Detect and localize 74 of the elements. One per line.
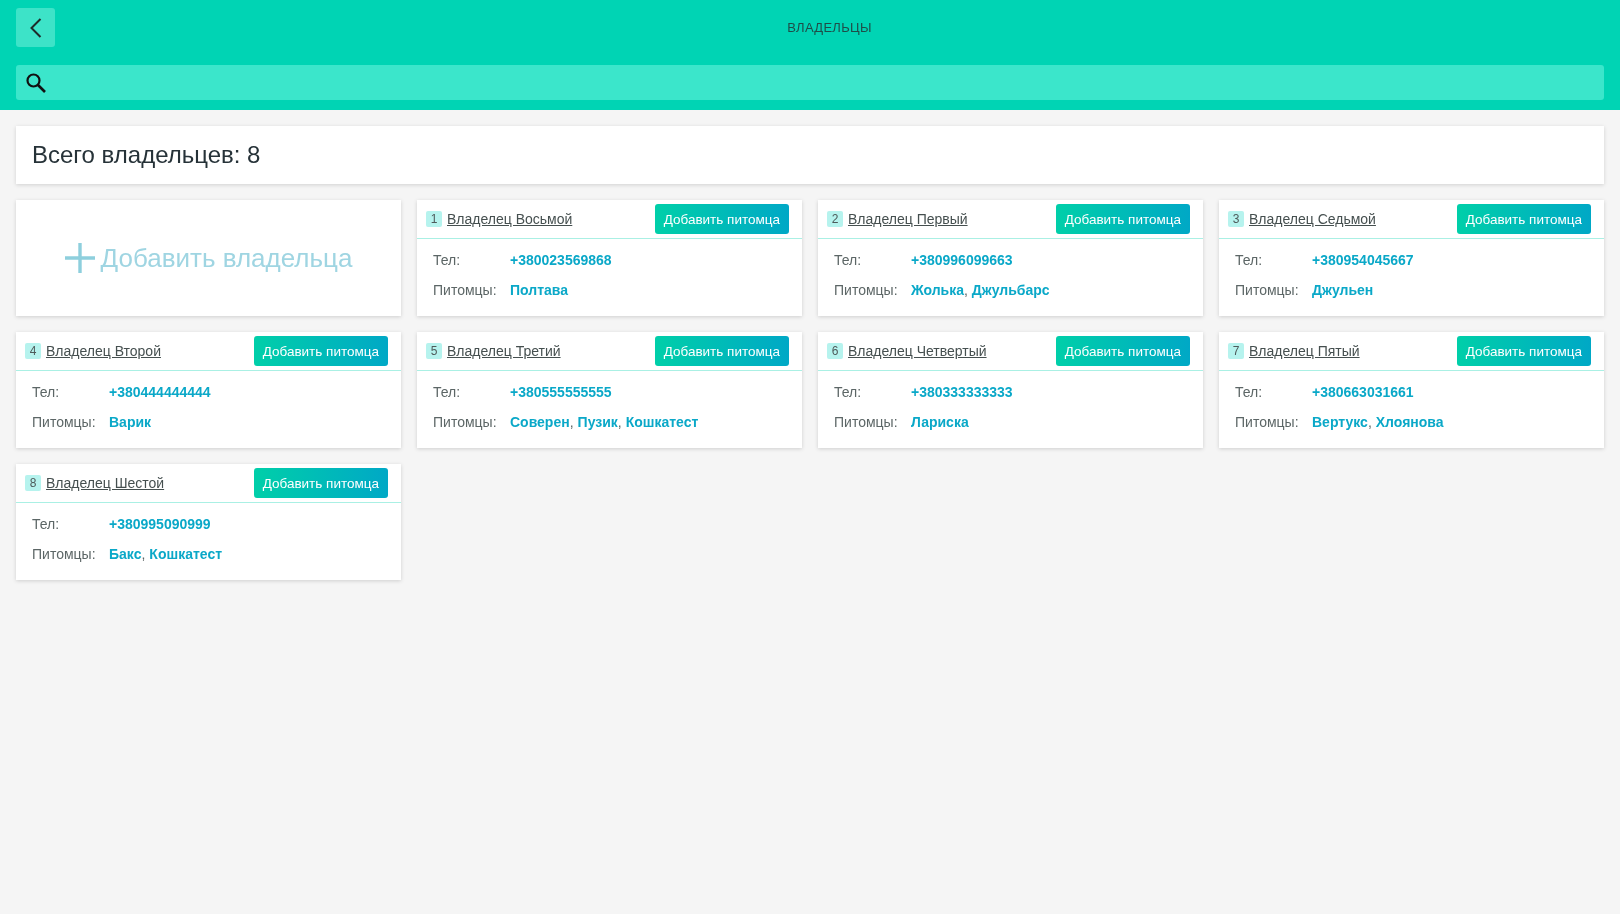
pets-label: Питомцы: — [1235, 414, 1300, 430]
phone-label: Тел: — [32, 384, 61, 400]
phone-label: Тел: — [32, 516, 61, 532]
phone-link[interactable]: +380023569868 — [510, 252, 612, 268]
pet-link[interactable]: Джульен — [1312, 282, 1374, 298]
pet-separator: , — [141, 546, 146, 562]
pet-link[interactable]: Вертукс — [1312, 414, 1368, 430]
phone-label: Тел: — [834, 252, 863, 268]
pet-separator: , — [617, 414, 622, 430]
owner-name-link[interactable]: Владелец Шестой — [46, 475, 165, 491]
owner-number: 1 — [426, 211, 442, 227]
pets-label: Питомцы: — [1235, 282, 1300, 298]
search-icon — [26, 72, 46, 93]
pets-label: Питомцы: — [433, 282, 498, 298]
chevron-left-icon — [29, 17, 42, 38]
search-field[interactable] — [16, 65, 1604, 100]
pets-label: Питомцы: — [32, 414, 97, 430]
pet-link[interactable]: Полтава — [510, 282, 568, 298]
pet-link[interactable]: Варик — [109, 414, 152, 430]
phone-link[interactable]: +380954045667 — [1312, 252, 1414, 268]
phone-link[interactable]: +380663031661 — [1312, 384, 1414, 400]
add-owner-label: Добавить владельца — [100, 242, 353, 274]
phone-label: Тел: — [834, 384, 863, 400]
page-title: ВЛАДЕЛЬЦЫ — [786, 20, 873, 35]
owner-name-link[interactable]: Владелец Седьмой — [1249, 211, 1376, 227]
pet-separator: , — [1367, 414, 1372, 430]
plus-icon — [64, 243, 95, 273]
phone-link[interactable]: +380996099663 — [911, 252, 1013, 268]
owner-name-link[interactable]: Владелец Четвертый — [848, 343, 987, 359]
owner-number: 7 — [1228, 343, 1244, 359]
phone-label: Тел: — [433, 252, 462, 268]
add-pet-button[interactable]: Добавить питомца — [1456, 204, 1591, 234]
owner-number: 5 — [426, 343, 442, 359]
owner-number: 2 — [827, 211, 843, 227]
add-pet-button[interactable]: Добавить питомца — [1055, 204, 1190, 234]
owner-name-link[interactable]: Владелец Восьмой — [447, 211, 573, 227]
owner-number: 4 — [25, 343, 41, 359]
pet-link[interactable]: Жолька — [911, 282, 964, 298]
pet-link[interactable]: Лариска — [911, 414, 969, 430]
owner-name-link[interactable]: Владелец Пятый — [1249, 343, 1360, 359]
phone-link[interactable]: +380444444444 — [109, 384, 211, 400]
phone-link[interactable]: +380555555555 — [510, 384, 612, 400]
phone-label: Тел: — [1235, 384, 1264, 400]
add-owner-card[interactable]: Добавить владельца — [16, 200, 401, 316]
owner-name-link[interactable]: Владелец Третий — [447, 343, 561, 359]
pet-link[interactable]: Кошкатест — [625, 414, 699, 430]
pets-label: Питомцы: — [834, 282, 899, 298]
add-pet-button[interactable]: Добавить питомца — [253, 336, 388, 366]
pet-link[interactable]: Пузик — [577, 414, 618, 430]
owner-number: 3 — [1228, 211, 1244, 227]
phone-label: Тел: — [433, 384, 462, 400]
add-pet-button[interactable]: Добавить питомца — [1055, 336, 1190, 366]
owner-name-link[interactable]: Владелец Второй — [46, 343, 161, 359]
add-pet-button[interactable]: Добавить питомца — [654, 204, 789, 234]
add-pet-button[interactable]: Добавить питомца — [654, 336, 789, 366]
owner-name-link[interactable]: Владелец Первый — [848, 211, 968, 227]
pet-link[interactable]: Хлоянова — [1375, 414, 1444, 430]
back-button[interactable] — [16, 8, 55, 47]
phone-link[interactable]: +380333333333 — [911, 384, 1013, 400]
pet-link[interactable]: Соверен — [510, 414, 570, 430]
phone-link[interactable]: +380995090999 — [109, 516, 211, 532]
pet-link[interactable]: Кошкатест — [149, 546, 223, 562]
pets-label: Питомцы: — [433, 414, 498, 430]
add-pet-button[interactable]: Добавить питомца — [253, 468, 388, 498]
owners-total: Всего владельцев: 8 — [32, 141, 261, 169]
add-pet-button[interactable]: Добавить питомца — [1456, 336, 1591, 366]
pet-separator: , — [963, 282, 968, 298]
owner-number: 8 — [25, 475, 41, 491]
pets-label: Питомцы: — [32, 546, 97, 562]
phone-label: Тел: — [1235, 252, 1264, 268]
pet-separator: , — [569, 414, 574, 430]
pet-link[interactable]: Джульбарс — [971, 282, 1050, 298]
owner-number: 6 — [827, 343, 843, 359]
pets-label: Питомцы: — [834, 414, 899, 430]
